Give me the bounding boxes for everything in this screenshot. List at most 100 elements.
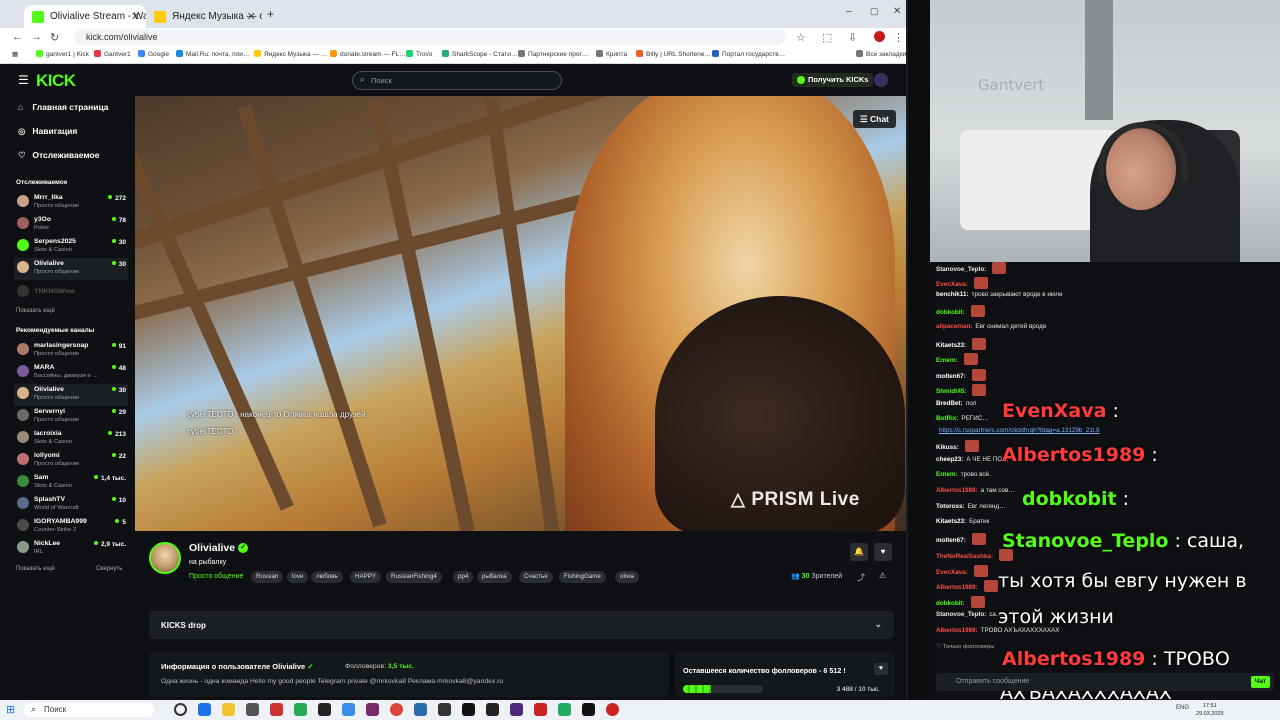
app-icon[interactable]	[366, 703, 379, 716]
bookmark-item[interactable]: Крипта	[596, 50, 627, 58]
sidebar-channel[interactable]: NickLee IRL 2,9 тыс.	[14, 538, 128, 560]
tab-olivialive[interactable]: Olivialive Stream - Watch Live … ✕	[24, 5, 146, 28]
sidebar-channel[interactable]: Sam Slots & Casino 1,4 тыс.	[14, 472, 128, 494]
send-chat-button[interactable]: Чат	[1250, 676, 1270, 688]
sidebar-channel[interactable]: Serpens2025 Slots & Casino 30	[14, 236, 128, 258]
chat-toggle-button[interactable]: ☰ Chat	[853, 110, 896, 128]
chat-username[interactable]: alipaceman:	[936, 323, 972, 330]
bookmark-item[interactable]: Mail.Ru: почта, пои…	[176, 50, 249, 58]
chat-username[interactable]: Ernem:	[936, 357, 958, 364]
forward-icon[interactable]: →	[31, 31, 42, 43]
show-more-recommended[interactable]: Показать ещё	[16, 566, 55, 572]
window-close-icon[interactable]: ✕	[893, 6, 901, 17]
minimize-icon[interactable]: –	[846, 6, 852, 17]
channel-avatar[interactable]	[149, 542, 181, 574]
sidebar-nav-home[interactable]: ⌂ Главная страница	[18, 102, 109, 112]
extensions-icon[interactable]: ⬚	[822, 31, 832, 44]
sidebar-channel-offline[interactable]: YNKNOWme	[14, 282, 128, 304]
sidebar-channel[interactable]: Olivialive Просто общение 30	[14, 258, 128, 280]
kick-logo[interactable]: KICK	[36, 71, 76, 91]
bookmark-item[interactable]: SharkScope - Стати…	[442, 50, 517, 58]
bookmark-item[interactable]: Яндекс Музыка — …	[254, 50, 327, 58]
close-icon[interactable]: ✕	[131, 10, 140, 23]
notifications-bell-icon[interactable]: 🔔	[850, 543, 868, 561]
sidebar-nav-following[interactable]: ♡ Отслеживаемое	[18, 150, 99, 161]
close-icon[interactable]: ✕	[247, 10, 256, 23]
stream-tag[interactable]: Russian	[251, 571, 284, 583]
bookmark-item[interactable]: gantver1 | Kick	[36, 50, 89, 58]
channel-name[interactable]: Olivialive	[189, 542, 235, 554]
edge-icon[interactable]	[198, 703, 211, 716]
app-icon[interactable]	[342, 703, 355, 716]
chat-username[interactable]: benchik11:	[936, 291, 969, 298]
chat-username[interactable]: molten67:	[936, 537, 966, 544]
bookmark-star-icon[interactable]: ☆	[796, 31, 806, 44]
chat-username[interactable]: molten67:	[936, 373, 966, 380]
bookmark-item[interactable]: Gantver1	[94, 50, 131, 58]
chrome-icon[interactable]	[390, 703, 403, 716]
chat-username[interactable]: Ernem:	[936, 471, 958, 478]
stream-category[interactable]: Просто общение	[189, 573, 243, 580]
sidebar-channel[interactable]: lacroixia Slots & Casino 213	[14, 428, 128, 450]
downloads-icon[interactable]: ⇩	[848, 31, 857, 44]
chat-username[interactable]: Totoross:	[936, 503, 965, 510]
stream-tag[interactable]: Счастье	[519, 571, 553, 583]
sidebar-channel[interactable]: у3Оо Poker 78	[14, 214, 128, 236]
new-tab-icon[interactable]: +	[267, 7, 274, 21]
app-icon[interactable]	[294, 703, 307, 716]
chat-input[interactable]: Отправить сообщение Чат	[936, 673, 1274, 691]
app-icon[interactable]	[558, 703, 571, 716]
chat-username[interactable]: Stanovoe_Teplo:	[936, 266, 986, 273]
app-icon[interactable]	[270, 703, 283, 716]
user-avatar[interactable]	[874, 73, 888, 87]
stream-tag[interactable]: olivia	[615, 571, 640, 583]
profile-avatar[interactable]	[874, 31, 885, 42]
chat-username[interactable]: BotRix:	[936, 415, 958, 422]
chat-username[interactable]: Kitaets23:	[936, 518, 966, 525]
yandex-icon[interactable]	[534, 703, 547, 716]
bookmark-item[interactable]: Партнерские прог…	[518, 50, 588, 58]
back-icon[interactable]: ←	[12, 31, 23, 43]
show-more-following[interactable]: Показать ещё	[16, 308, 55, 314]
chat-username[interactable]: Stanovoe_Teplo:	[936, 611, 986, 618]
stream-tag[interactable]: pp4	[453, 571, 474, 583]
sidebar-channel[interactable]: lollyomi Просто общение 22	[14, 450, 128, 472]
report-icon[interactable]: ⚠	[879, 571, 886, 580]
chat-username[interactable]: TheNoRealSashka:	[936, 553, 993, 560]
tab-yandex-music[interactable]: Яндекс Музыка — собираем … ✕	[146, 5, 262, 28]
stream-tag[interactable]: love	[287, 571, 309, 583]
bookmark-item[interactable]: Google	[138, 50, 169, 58]
sidebar-channel[interactable]: Olivialive Просто общение 30	[14, 384, 128, 406]
app-icon[interactable]	[582, 703, 595, 716]
sidebar-channel[interactable]: MARA Бассейны, джакузи и … 48	[14, 362, 128, 384]
chat-username[interactable]: Shmidt45:	[936, 388, 966, 395]
chat-username[interactable]: Albertos1989:	[936, 487, 978, 494]
chat-username[interactable]: cheep23:	[936, 456, 963, 463]
bookmark-item[interactable]: Bitly | URL Shortene…	[636, 50, 711, 58]
chat-username[interactable]: Kitaets23:	[936, 342, 966, 349]
app-icon[interactable]	[510, 703, 523, 716]
follow-heart-icon[interactable]: ♥	[874, 543, 892, 561]
language-indicator[interactable]: ENG	[1176, 705, 1189, 711]
obs-icon[interactable]	[318, 703, 331, 716]
sidebar-channel[interactable]: SplashTV World of Warcraft 10	[14, 494, 128, 516]
app-icon[interactable]	[486, 703, 499, 716]
taskbar-search[interactable]: ⌕ Поиск	[24, 703, 154, 717]
all-bookmarks[interactable]: Все закладки	[856, 50, 906, 58]
kicks-drop-panel[interactable]: KICKS drop ⌄	[149, 611, 894, 639]
search-input[interactable]: ⌕ Поиск	[352, 71, 562, 90]
stream-tag[interactable]: рыбалка	[477, 571, 512, 583]
app-icon[interactable]	[438, 703, 451, 716]
sidebar-channel[interactable]: Servernyi Просто общение 29	[14, 406, 128, 428]
maximize-icon[interactable]: ▢	[870, 6, 879, 17]
chat-username[interactable]: dobkobit:	[936, 600, 965, 607]
stream-tag[interactable]: RussianFishing4	[386, 571, 442, 583]
chat-username[interactable]: EvenXava:	[936, 569, 968, 576]
app-icon[interactable]	[246, 703, 259, 716]
video-player[interactable]: cyberTECTO : наконец-то Оливка нашла дру…	[135, 96, 906, 531]
sidebar-channel[interactable]: marlasingersoap Просто общение 91	[14, 340, 128, 362]
hamburger-menu-icon[interactable]: ☰	[18, 73, 29, 87]
apps-icon[interactable]: ▦	[12, 50, 18, 58]
sidebar-channel[interactable]: Mrrr_lika Просто общение 272	[14, 192, 128, 214]
chat-username[interactable]: dobkobit:	[936, 309, 965, 316]
